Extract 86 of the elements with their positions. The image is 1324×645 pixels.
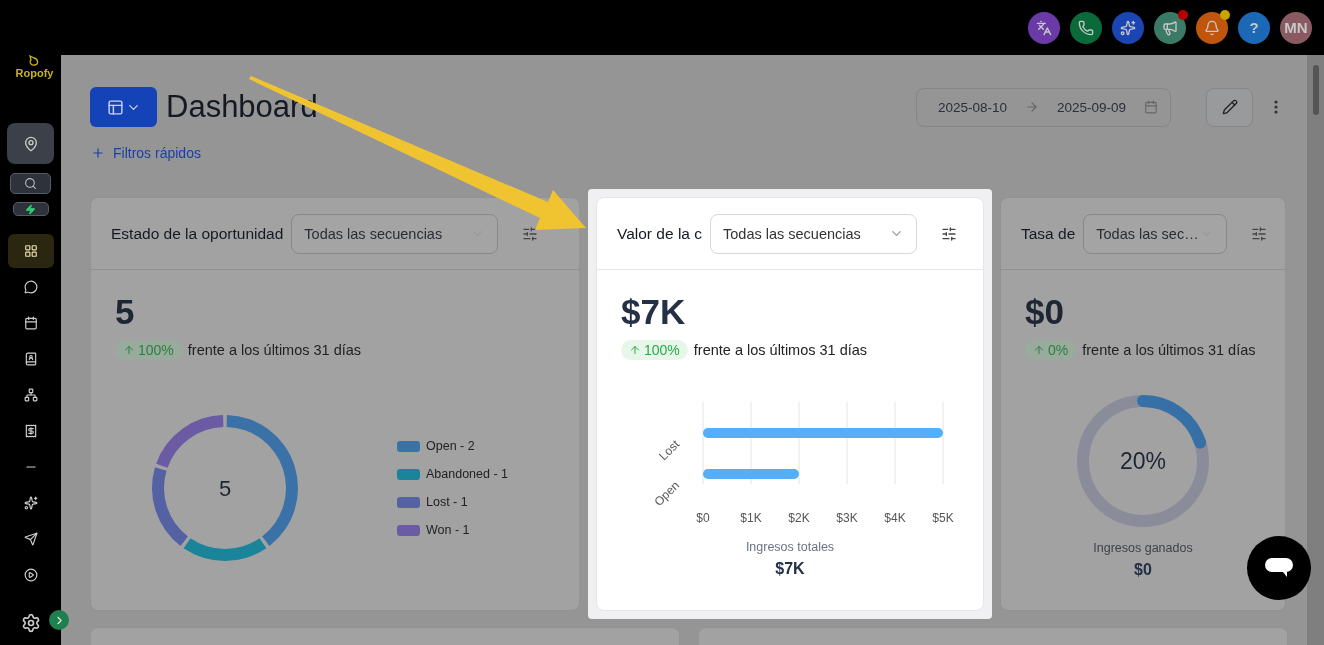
page-title: Dashboard <box>166 89 319 125</box>
toolbar-button[interactable] <box>1070 11 1102 44</box>
nav-icon <box>23 496 38 510</box>
up-arrow-icon <box>629 344 641 356</box>
sidebar-nav-item[interactable] <box>7 234 54 268</box>
scrollbar[interactable] <box>1307 55 1324 645</box>
layout-icon <box>106 98 124 116</box>
logo-text: Ropofy <box>15 67 54 79</box>
legend-label: Won - 1 <box>426 521 470 539</box>
toolbar-icon <box>1036 19 1052 36</box>
end-date: 2025-09-09 <box>1057 99 1127 115</box>
summary-value: $7K <box>775 560 805 578</box>
comparison-text: frente a los últimos 31 días <box>1082 342 1256 358</box>
nav-icon <box>23 568 38 582</box>
nav-icon <box>23 316 38 330</box>
sliders-icon <box>1250 225 1267 242</box>
up-arrow-icon <box>1033 344 1045 356</box>
tick-label: $5K <box>932 511 954 525</box>
tick-label: $2K <box>788 511 810 525</box>
sequence-select[interactable]: Todas las secuencias <box>291 213 499 254</box>
metric-value: 5 <box>115 291 136 333</box>
card-title: Tasa de <box>1021 224 1076 243</box>
expand-sidebar-button[interactable] <box>49 610 69 630</box>
layout-button[interactable] <box>90 87 157 127</box>
toolbar-button[interactable] <box>1196 11 1228 44</box>
sliders-icon <box>522 225 539 242</box>
plus-icon <box>91 146 105 160</box>
help-button[interactable]: ? <box>1238 11 1270 44</box>
toolbar-button[interactable] <box>1028 11 1060 44</box>
change-badge: 100% <box>621 340 688 360</box>
category-label: Lost <box>656 437 683 464</box>
filter-settings-button[interactable] <box>522 225 539 242</box>
toolbar-icon <box>1078 19 1094 36</box>
date-range-field[interactable]: 2025-08-10 2025-09-09 <box>916 87 1171 127</box>
settings-icon <box>20 613 41 633</box>
legend-label: Abandoned - 1 <box>426 465 508 483</box>
summary-label: Ingresos ganados <box>1093 541 1193 555</box>
comparison-text: frente a los últimos 31 días <box>693 342 868 358</box>
nav-icon <box>23 424 38 438</box>
toolbar-icon <box>1162 19 1178 36</box>
settings-button[interactable] <box>20 613 41 633</box>
nav-icon <box>23 388 38 402</box>
legend-label: Open - 2 <box>426 437 475 455</box>
toolbar-button[interactable] <box>1154 11 1186 44</box>
metric-value: $7K <box>621 291 687 333</box>
nav-icon <box>23 244 38 258</box>
card-title: Estado de la oportunidad <box>111 224 284 243</box>
search-button[interactable] <box>10 173 51 194</box>
pencil-icon <box>1221 99 1238 115</box>
quick-filters-link[interactable]: Filtros rápidos <box>90 145 201 161</box>
tick-label: $1K <box>740 511 762 525</box>
location-button[interactable] <box>7 123 54 164</box>
summary-label: Ingresos totales <box>745 540 835 554</box>
more-icon <box>1274 100 1278 114</box>
start-date: 2025-08-10 <box>938 99 1008 115</box>
map-pin-icon <box>22 135 39 152</box>
nav-icon <box>23 532 38 546</box>
sequence-select[interactable]: Todas las secuencias <box>710 213 917 254</box>
toolbar-icon <box>1204 19 1220 36</box>
legend-label: Lost - 1 <box>426 493 468 511</box>
nav-icon <box>23 352 38 366</box>
edit-button[interactable] <box>1206 87 1253 127</box>
sequence-select[interactable]: Todas las sec… <box>1083 213 1227 254</box>
card-title: Valor de la c <box>617 224 702 243</box>
change-badge: 0% <box>1025 340 1077 360</box>
toolbar-icon <box>1120 19 1136 36</box>
quick-action-button[interactable] <box>12 202 49 216</box>
toolbar-button[interactable] <box>1112 11 1144 44</box>
donut-center-value: 5 <box>218 476 232 501</box>
search-icon <box>24 177 37 190</box>
tick-label: $0 <box>696 511 710 525</box>
avatar-button[interactable]: MN <box>1280 11 1312 44</box>
tick-label: $4K <box>884 511 906 525</box>
change-badge: 100% <box>115 340 182 360</box>
up-arrow-icon <box>123 344 135 356</box>
tick-label: $3K <box>836 511 858 525</box>
sliders-icon <box>941 225 957 242</box>
progress-reading: 20% <box>1120 448 1166 474</box>
summary-value: $0 <box>1134 561 1152 579</box>
filter-settings-button[interactable] <box>941 225 957 242</box>
lightning-icon <box>25 203 36 215</box>
calendar-icon <box>1144 100 1158 114</box>
more-button[interactable] <box>1274 100 1278 114</box>
nav-icon <box>23 280 38 294</box>
metric-value: $0 <box>1025 291 1065 333</box>
comparison-text: frente a los últimos 31 días <box>187 342 362 358</box>
